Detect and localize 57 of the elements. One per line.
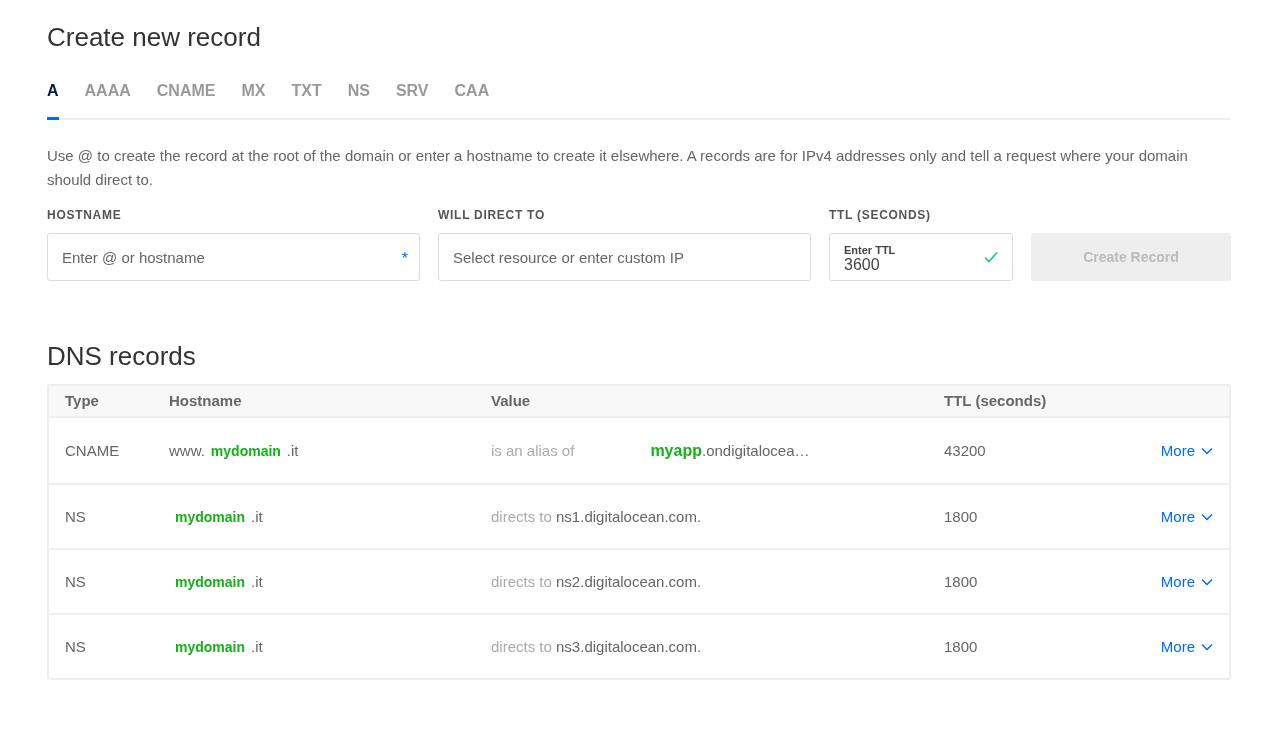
ttl-cell-text: 1800 [944, 636, 979, 657]
record-type: NS [65, 571, 87, 592]
chevron-down-icon [1201, 577, 1213, 586]
column-header: Hostname [169, 391, 243, 412]
field-label: WILL DIRECT TO [438, 207, 546, 225]
more-button[interactable]: More [1160, 570, 1213, 594]
value-label: directs to [491, 637, 552, 655]
record-type-tab[interactable]: MX [241, 79, 266, 121]
record-type: NS [65, 636, 87, 657]
ttl-value: 3600 [844, 255, 881, 274]
domain-name: mydomain [209, 442, 282, 459]
value-label: is an alias of [491, 441, 575, 459]
more-button[interactable]: More [1160, 505, 1213, 529]
hostname-suffix: .it [286, 441, 299, 459]
chevron-down-icon [1201, 446, 1213, 455]
column-header: Type [65, 391, 100, 412]
record-type-tab[interactable]: NS [347, 79, 370, 121]
description: Use @ to create the record at the root of the domain or enter a hostname to create it elsewhere. A records are for IPv4 addresses only and tell a request where your domain should direct to. [47, 146, 1189, 191]
ttl-field[interactable]: Enter TTL 3600 [829, 233, 1013, 282]
record-type-tab[interactable]: AAAA [84, 79, 131, 121]
ttl-cell-text: 1800 [944, 506, 979, 527]
value-label: directs to [491, 572, 552, 590]
hostname-suffix: .it [251, 637, 263, 655]
hostname-suffix: .it [251, 507, 263, 525]
record-type: NS [65, 506, 87, 527]
value-text: ns2.digitalocean.com. [556, 572, 702, 590]
domain-name: mydomain [174, 508, 246, 525]
record-type-tab[interactable]: TXT [291, 79, 322, 121]
more-button[interactable]: More [1160, 439, 1213, 463]
value-text: ns1.digitalocean.com. [556, 507, 702, 525]
record-type-tab[interactable]: CAA [454, 79, 490, 121]
column-header: TTL (seconds) [944, 391, 1048, 412]
record-type-tab[interactable]: SRV [395, 79, 429, 121]
floating-label: Enter TTL [844, 244, 897, 256]
direct-to-field[interactable]: Select resource or enter custom IP [438, 233, 811, 282]
domain-name: mydomain [174, 638, 246, 655]
value-highlight: myapp [650, 441, 702, 459]
chevron-down-icon [1201, 512, 1213, 521]
field-label: HOSTNAME [47, 207, 123, 225]
chevron-down-icon [1201, 642, 1213, 651]
hostname-prefix: www. [169, 441, 205, 459]
more-button[interactable]: More [1160, 635, 1213, 659]
page-title: Create new record [47, 22, 262, 54]
ttl-cell-text: 1800 [944, 571, 979, 592]
value-text: .ondigitalocea… [701, 441, 810, 459]
record-type-tab[interactable]: A [47, 79, 59, 121]
hostname-suffix: .it [251, 572, 263, 590]
ttl-cell-text: 43200 [944, 440, 987, 461]
section-title: DNS records [47, 341, 197, 373]
column-header: Value [491, 391, 532, 412]
domain-name: mydomain [174, 573, 246, 590]
record-type: CNAME [65, 440, 121, 461]
required-mark: * [401, 249, 408, 270]
value-label: directs to [491, 507, 552, 525]
record-type-tab[interactable]: CNAME [156, 79, 216, 121]
value-text: ns3.digitalocean.com. [556, 637, 702, 655]
field-label: TTL (SECONDS) [829, 207, 932, 225]
